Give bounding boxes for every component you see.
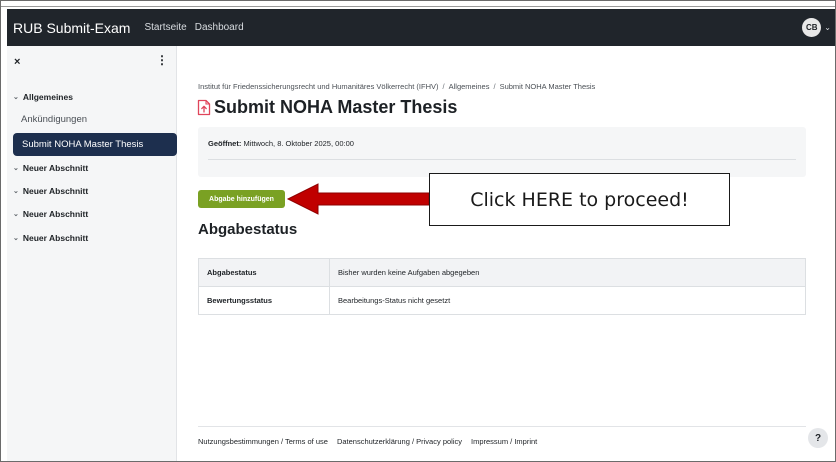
sidebar-section-neuer-abschnitt-3[interactable]: ⌄ Neuer Abschnitt: [13, 209, 88, 219]
sidebar-section-label: Neuer Abschnitt: [22, 163, 89, 173]
nav-link-startseite[interactable]: Startseite: [144, 22, 186, 33]
window-top-edge: [1, 1, 835, 7]
page-header: Submit NOHA Master Thesis: [197, 97, 457, 118]
footer-link-privacy[interactable]: Datenschutzerklärung / Privacy policy: [337, 437, 462, 446]
breadcrumb-item-institute[interactable]: Institut für Friedenssicherungsrecht und…: [198, 82, 439, 91]
submission-status-table: Abgabestatus Bisher wurden keine Aufgabe…: [198, 258, 806, 315]
sidebar-section-label: Neuer Abschnitt: [22, 233, 89, 243]
activity-dates: Geöffnet: Mittwoch, 8. Oktober 2025, 00:…: [198, 127, 806, 177]
site-brand[interactable]: RUB Submit-Exam: [13, 20, 130, 36]
sidebar-section-neuer-abschnitt-1[interactable]: ⌄ Neuer Abschnitt: [13, 163, 88, 173]
close-icon[interactable]: ×: [14, 56, 20, 68]
chevron-down-icon: ⌄: [13, 235, 19, 242]
user-menu[interactable]: CB ⌄: [802, 18, 831, 37]
sidebar-section-label: Neuer Abschnitt: [22, 186, 89, 196]
sidebar-item-label: Submit NOHA Master Thesis: [22, 139, 144, 150]
table-row: Abgabestatus Bisher wurden keine Aufgabe…: [198, 258, 806, 287]
opened-value: Mittwoch, 8. Oktober 2025, 00:00: [243, 139, 354, 148]
footer-link-imprint[interactable]: Impressum / Imprint: [471, 437, 537, 446]
breadcrumb-separator: /: [493, 82, 496, 91]
sidebar-item-submit-noha-master-thesis[interactable]: Submit NOHA Master Thesis: [13, 133, 177, 156]
course-index-sidebar: × ⋮ ⌄ Allgemeines Ankündigungen Submit N…: [7, 46, 177, 461]
opened-date: Geöffnet: Mittwoch, 8. Oktober 2025, 00:…: [208, 139, 354, 148]
table-row-label: Bewertungsstatus: [198, 286, 330, 315]
breadcrumb-item-current[interactable]: Submit NOHA Master Thesis: [500, 82, 596, 91]
page-title: Submit NOHA Master Thesis: [214, 97, 458, 117]
breadcrumb: Institut für Friedenssicherungsrecht und…: [198, 82, 595, 91]
chevron-down-icon: ⌄: [13, 94, 19, 101]
screenshot-frame: RUB Submit-Exam Startseite Dashboard CB …: [0, 0, 836, 462]
footer-link-terms[interactable]: Nutzungsbestimmungen / Terms of use: [198, 437, 328, 446]
sidebar-section-neuer-abschnitt-4[interactable]: ⌄ Neuer Abschnitt: [13, 233, 88, 243]
instruction-callout: Click HERE to proceed!: [429, 173, 730, 226]
sidebar-section-allgemeines[interactable]: ⌄ Allgemeines: [13, 92, 73, 102]
chevron-down-icon: ⌄: [13, 211, 19, 218]
more-options-icon[interactable]: ⋮: [156, 54, 168, 66]
footer-divider: [198, 426, 806, 427]
sidebar-item-ankuendigungen[interactable]: Ankündigungen: [21, 114, 87, 125]
submission-status-heading: Abgabestatus: [198, 221, 298, 238]
chevron-down-icon: ⌄: [824, 23, 831, 32]
sidebar-section-label: Neuer Abschnitt: [22, 209, 89, 219]
divider: [208, 159, 796, 160]
top-navbar: RUB Submit-Exam Startseite Dashboard CB …: [7, 9, 835, 46]
callout-text: Click HERE to proceed!: [470, 188, 689, 211]
chevron-down-icon: ⌄: [13, 188, 19, 195]
chevron-down-icon: ⌄: [13, 165, 19, 172]
table-row-value: Bisher wurden keine Aufgaben abgegeben: [329, 258, 806, 287]
table-row-value: Bearbeitungs-Status nicht gesetzt: [329, 286, 806, 315]
page-footer: Nutzungsbestimmungen / Terms of use Date…: [198, 437, 537, 446]
upload-document-icon: [197, 99, 211, 116]
table-row-label: Abgabestatus: [198, 258, 330, 287]
avatar[interactable]: CB: [802, 18, 822, 37]
help-button[interactable]: ?: [808, 428, 828, 448]
sidebar-section-neuer-abschnitt-2[interactable]: ⌄ Neuer Abschnitt: [13, 186, 88, 196]
table-row: Bewertungsstatus Bearbeitungs-Status nic…: [198, 286, 806, 315]
sidebar-section-label: Allgemeines: [22, 92, 73, 102]
breadcrumb-separator: /: [442, 82, 445, 91]
red-arrow-left-icon: [286, 183, 430, 215]
breadcrumb-item-allgemeines[interactable]: Allgemeines: [449, 82, 490, 91]
opened-label: Geöffnet:: [208, 139, 242, 148]
nav-link-dashboard[interactable]: Dashboard: [195, 22, 244, 33]
add-submission-button[interactable]: Abgabe hinzufügen: [198, 190, 285, 208]
